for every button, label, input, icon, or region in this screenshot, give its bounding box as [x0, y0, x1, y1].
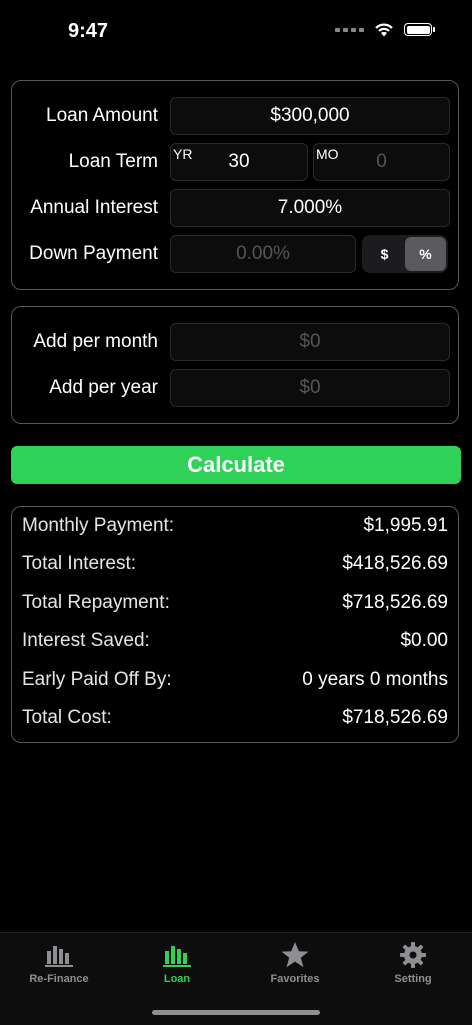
result-label: Total Interest: [22, 553, 137, 574]
result-label: Early Paid Off By: [22, 669, 172, 690]
tab-refinance[interactable]: Re-Finance [0, 933, 118, 993]
annual-interest-label: Annual Interest [30, 197, 158, 218]
loan-inputs-card: Loan Amount $300,000 Loan Term YR 30 MO … [11, 80, 459, 290]
percent-mode-button[interactable]: % [405, 237, 446, 271]
results-card: Monthly Payment: $1,995.91 Total Interes… [11, 506, 459, 743]
loan-term-years-input[interactable]: YR 30 [170, 143, 308, 181]
bar-chart-icon [162, 941, 192, 969]
result-row-interest-saved: Interest Saved: $0.00 [22, 626, 448, 656]
tab-loan[interactable]: Loan [118, 933, 236, 993]
down-payment-mode-toggle: $ % [362, 235, 448, 273]
status-bar: 9:47 [0, 0, 472, 64]
tab-favorites[interactable]: Favorites [236, 933, 354, 993]
result-label: Interest Saved: [22, 630, 150, 651]
dollar-mode-button[interactable]: $ [364, 237, 405, 271]
annual-interest-input[interactable]: 7.000% [170, 189, 450, 227]
result-value: $418,526.69 [342, 553, 448, 574]
tab-label: Favorites [270, 973, 320, 985]
status-icons [335, 22, 435, 37]
add-per-year-label: Add per year [49, 377, 158, 398]
result-value: $0.00 [400, 630, 448, 651]
add-per-year-input[interactable]: $0 [170, 369, 450, 407]
cellular-signal-icon [335, 27, 364, 32]
extra-payment-card: Add per month $0 Add per year $0 [11, 306, 459, 424]
loan-term-years-value: 30 [228, 151, 250, 172]
result-value: $718,526.69 [342, 707, 448, 728]
battery-icon [404, 23, 435, 36]
add-per-month-input[interactable]: $0 [170, 323, 450, 361]
tab-setting[interactable]: Setting [354, 933, 472, 993]
status-time: 9:47 [68, 20, 109, 42]
result-row-total-cost: Total Cost: $718,526.69 [22, 703, 448, 733]
result-label: Total Repayment: [22, 592, 170, 613]
loan-term-months-placeholder: 0 [376, 151, 387, 172]
tab-label: Setting [394, 973, 432, 985]
down-payment-label: Down Payment [29, 243, 158, 264]
months-prefix: MO [316, 146, 339, 162]
loan-term-label: Loan Term [68, 151, 158, 172]
tab-label: Loan [163, 973, 191, 985]
result-label: Monthly Payment: [22, 515, 175, 536]
years-prefix: YR [173, 146, 193, 162]
loan-amount-label: Loan Amount [46, 105, 158, 126]
result-row-total-interest: Total Interest: $418,526.69 [22, 549, 448, 579]
result-row-total-repayment: Total Repayment: $718,526.69 [22, 588, 448, 618]
loan-term-months-input[interactable]: MO 0 [313, 143, 450, 181]
result-value: $1,995.91 [363, 515, 448, 536]
add-per-month-label: Add per month [33, 331, 158, 352]
tab-label: Re-Finance [29, 973, 89, 985]
gear-icon [399, 941, 427, 969]
result-label: Total Cost: [22, 707, 112, 728]
result-row-early-paid-off: Early Paid Off By: 0 years 0 months [22, 665, 448, 695]
home-indicator [152, 1010, 320, 1015]
calculate-button[interactable]: Calculate [11, 446, 461, 484]
star-icon [280, 941, 310, 969]
loan-amount-input[interactable]: $300,000 [170, 97, 450, 135]
wifi-icon [375, 23, 393, 37]
result-value: $718,526.69 [342, 592, 448, 613]
result-row-monthly-payment: Monthly Payment: $1,995.91 [22, 511, 448, 541]
result-value: 0 years 0 months [302, 669, 448, 690]
bar-chart-icon [44, 941, 74, 969]
down-payment-input[interactable]: 0.00% [170, 235, 356, 273]
